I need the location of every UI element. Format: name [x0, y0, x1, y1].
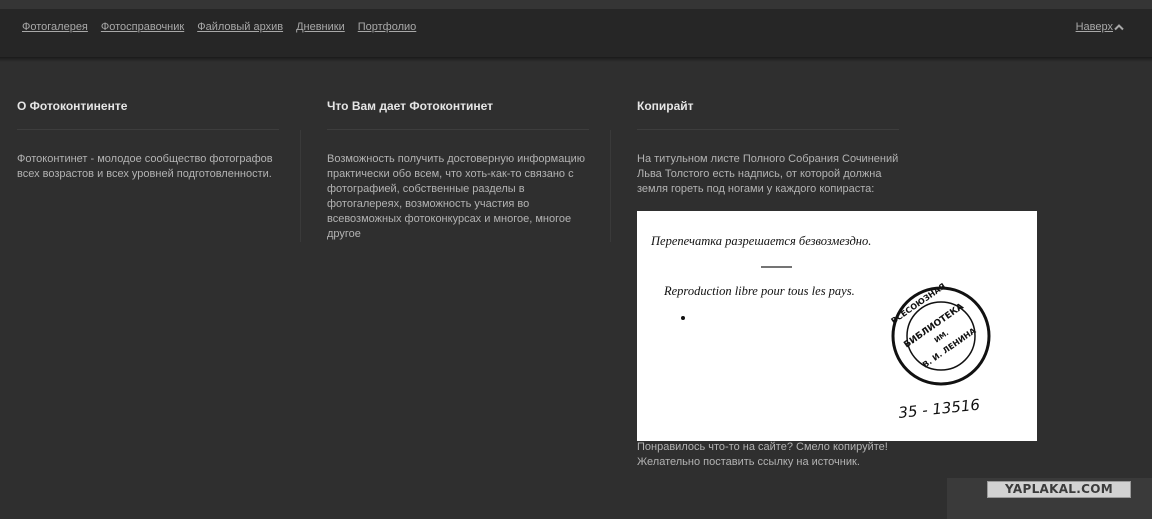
site-watermark: YAPLAKAL.COM — [947, 478, 1152, 519]
column-text-about: Фотоконтинет - молодое сообщество фотогр… — [17, 153, 273, 180]
column-title-copyright: Копирайт — [637, 99, 899, 130]
nav-link-photogallery[interactable]: Фотогалерея — [22, 21, 88, 33]
column-divider — [610, 130, 611, 242]
image-line-french: Reproduction libre pour tous les pays. — [663, 284, 855, 298]
watermark-logo: YAPLAKAL.COM — [987, 481, 1131, 498]
copyright-followup-text: Понравилось что-то на сайте? Смело копир… — [637, 441, 888, 468]
top-navigation-bar: Фотогалерея Фотосправочник Файловый архи… — [0, 0, 1152, 62]
column-title-about: О Фотоконтиненте — [17, 99, 279, 130]
nav-link-file-archive[interactable]: Файловый архив — [197, 21, 283, 33]
column-text-benefits: Возможность получить достоверную информа… — [327, 153, 586, 240]
footer-column-benefits: Что Вам дает Фотоконтинет Возможность по… — [327, 99, 589, 242]
nav-link-diaries[interactable]: Дневники — [296, 21, 345, 33]
column-title-benefits: Что Вам дает Фотоконтинет — [327, 99, 589, 130]
back-to-top-label: Наверх — [1075, 21, 1113, 33]
footer-column-about: О Фотоконтиненте Фотоконтинет - молодое … — [17, 99, 279, 182]
back-to-top-link[interactable]: Наверх — [1076, 21, 1124, 33]
image-line-russian: Перепечатка разрешается безвозмездно. — [650, 234, 871, 248]
column-divider — [300, 130, 301, 242]
footer-column-copyright: Копирайт На титульном листе Полного Собр… — [637, 99, 899, 197]
nav-link-portfolio[interactable]: Портфолио — [358, 21, 417, 33]
nav-link-photo-reference[interactable]: Фотосправочник — [101, 21, 184, 33]
chevron-up-icon — [1114, 24, 1124, 31]
column-text-copyright: На титульном листе Полного Собрания Сочи… — [637, 153, 899, 195]
nav-links: Фотогалерея Фотосправочник Файловый архи… — [22, 21, 429, 33]
tolstoy-title-page-image: Перепечатка разрешается безвозмездно. Re… — [637, 211, 1037, 441]
